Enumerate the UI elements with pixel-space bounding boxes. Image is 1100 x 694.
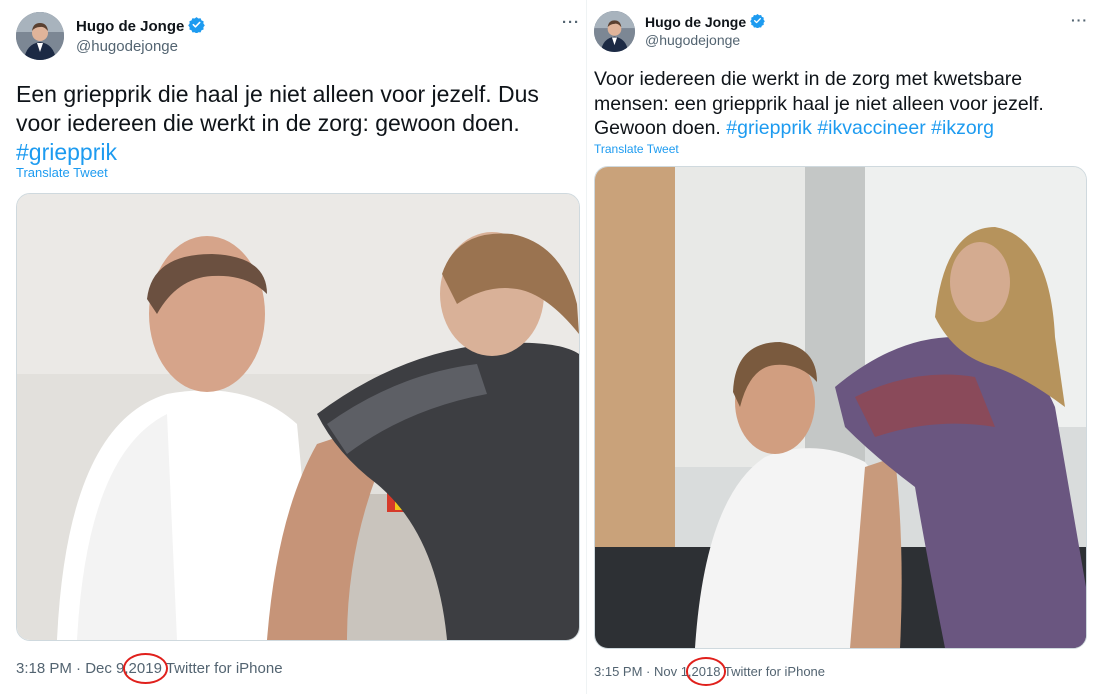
tweet-source[interactable]: Twitter for iPhone: [724, 664, 825, 679]
tweet-card-2018: Hugo de Jonge @hugodejonge ··· Voor iede…: [586, 0, 1100, 694]
translate-tweet-link[interactable]: Translate Tweet: [594, 142, 679, 156]
tweet-time[interactable]: 3:15 PM · Nov 1,: [594, 664, 692, 679]
verified-badge-icon: [188, 16, 206, 37]
avatar[interactable]: [594, 11, 635, 52]
tweet-source[interactable]: Twitter for iPhone: [166, 660, 283, 677]
hashtag-link[interactable]: #griepprik: [16, 139, 117, 165]
year-highlight: 2019: [122, 653, 169, 684]
more-horizontal-icon[interactable]: ···: [1071, 12, 1088, 28]
more-horizontal-icon[interactable]: ···: [562, 14, 580, 31]
verified-badge-icon: [750, 13, 765, 31]
tweet-card-2019: Hugo de Jonge @hugodejonge ··· Een griep…: [0, 0, 586, 694]
tweet-meta: 3:18 PM · Dec 9,2019 Twitter for iPhone: [16, 653, 283, 684]
year-highlight: 2018: [685, 657, 727, 686]
tweet-photo[interactable]: [594, 166, 1087, 649]
handle[interactable]: @hugodejonge: [76, 38, 178, 55]
hashtag-link[interactable]: #ikvaccineer: [817, 117, 925, 139]
tweet-meta: 3:15 PM · Nov 1,2018 Twitter for iPhone: [594, 657, 825, 686]
author-name-row: Hugo de Jonge: [76, 16, 206, 37]
avatar[interactable]: [16, 12, 64, 60]
translate-tweet-link[interactable]: Translate Tweet: [16, 165, 108, 180]
hashtag-link[interactable]: #ikzorg: [931, 117, 994, 139]
tweet-photo[interactable]: [16, 193, 580, 641]
tweet-time[interactable]: 3:18 PM · Dec 9,: [16, 660, 129, 677]
tweet-text: Een griepprik die haal je niet alleen vo…: [16, 80, 576, 168]
display-name[interactable]: Hugo de Jonge: [645, 14, 746, 30]
display-name[interactable]: Hugo de Jonge: [76, 18, 184, 35]
handle[interactable]: @hugodejonge: [645, 32, 740, 48]
tweet-text: Voor iedereen die werkt in de zorg met k…: [594, 67, 1094, 141]
tweet-text-plain: Een griepprik die haal je niet alleen vo…: [16, 81, 539, 137]
author-name-row: Hugo de Jonge: [645, 13, 765, 31]
hashtag-link[interactable]: #griepprik: [726, 117, 812, 139]
